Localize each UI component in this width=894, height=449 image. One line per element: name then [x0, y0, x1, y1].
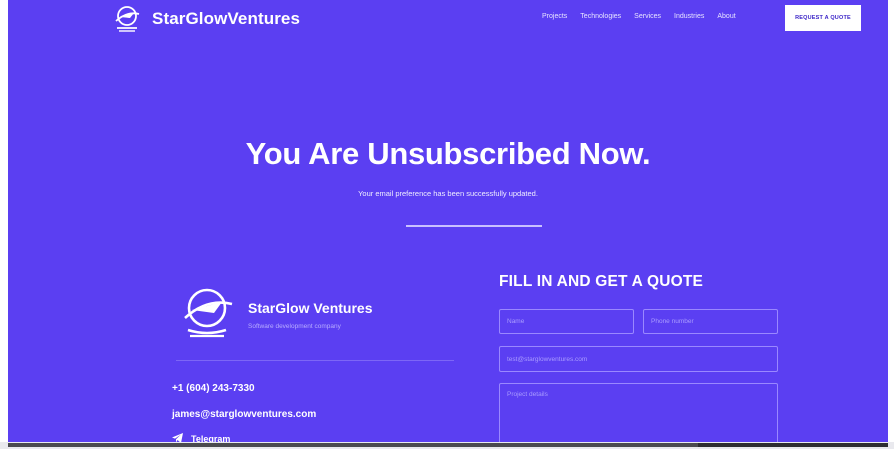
project-details-field[interactable]	[499, 383, 778, 442]
form-title: FILL IN AND GET A QUOTE	[499, 273, 704, 290]
phone-link[interactable]: +1 (604) 243-7330	[172, 383, 255, 394]
email-field[interactable]	[499, 346, 778, 372]
divider	[406, 225, 542, 227]
request-quote-button[interactable]: REQUEST A QUOTE	[785, 5, 861, 31]
page: StarGlowVentures Projects Technologies S…	[8, 0, 888, 442]
scrollbar-track	[8, 443, 698, 447]
company-logo-icon	[176, 286, 238, 347]
telegram-icon	[172, 433, 183, 442]
main-nav: Projects Technologies Services Industrie…	[542, 13, 749, 20]
nav-about[interactable]: About	[717, 13, 735, 20]
phone-field[interactable]	[643, 309, 778, 334]
page-subtitle: Your email preference has been successfu…	[358, 189, 538, 198]
company-name: StarGlow Ventures	[248, 300, 373, 316]
nav-projects[interactable]: Projects	[542, 13, 567, 20]
page-title: You Are Unsubscribed Now.	[245, 136, 651, 171]
bottom-scrollbar[interactable]	[0, 442, 894, 449]
company-tagline: Software development company	[248, 323, 341, 330]
telegram-label: Telegram	[191, 434, 231, 442]
scrollbar-thumb[interactable]	[698, 443, 888, 447]
telegram-link[interactable]: Telegram	[172, 433, 230, 442]
name-field[interactable]	[499, 309, 634, 334]
brand-logo[interactable]: StarGlowVentures	[112, 5, 300, 33]
nav-industries[interactable]: Industries	[674, 13, 704, 20]
nav-technologies[interactable]: Technologies	[580, 13, 621, 20]
company-divider	[176, 360, 454, 361]
rocket-globe-logo-icon	[112, 5, 142, 33]
email-link[interactable]: james@starglowventures.com	[172, 409, 316, 420]
brand-name: StarGlowVentures	[152, 9, 301, 28]
nav-services[interactable]: Services	[634, 13, 661, 20]
